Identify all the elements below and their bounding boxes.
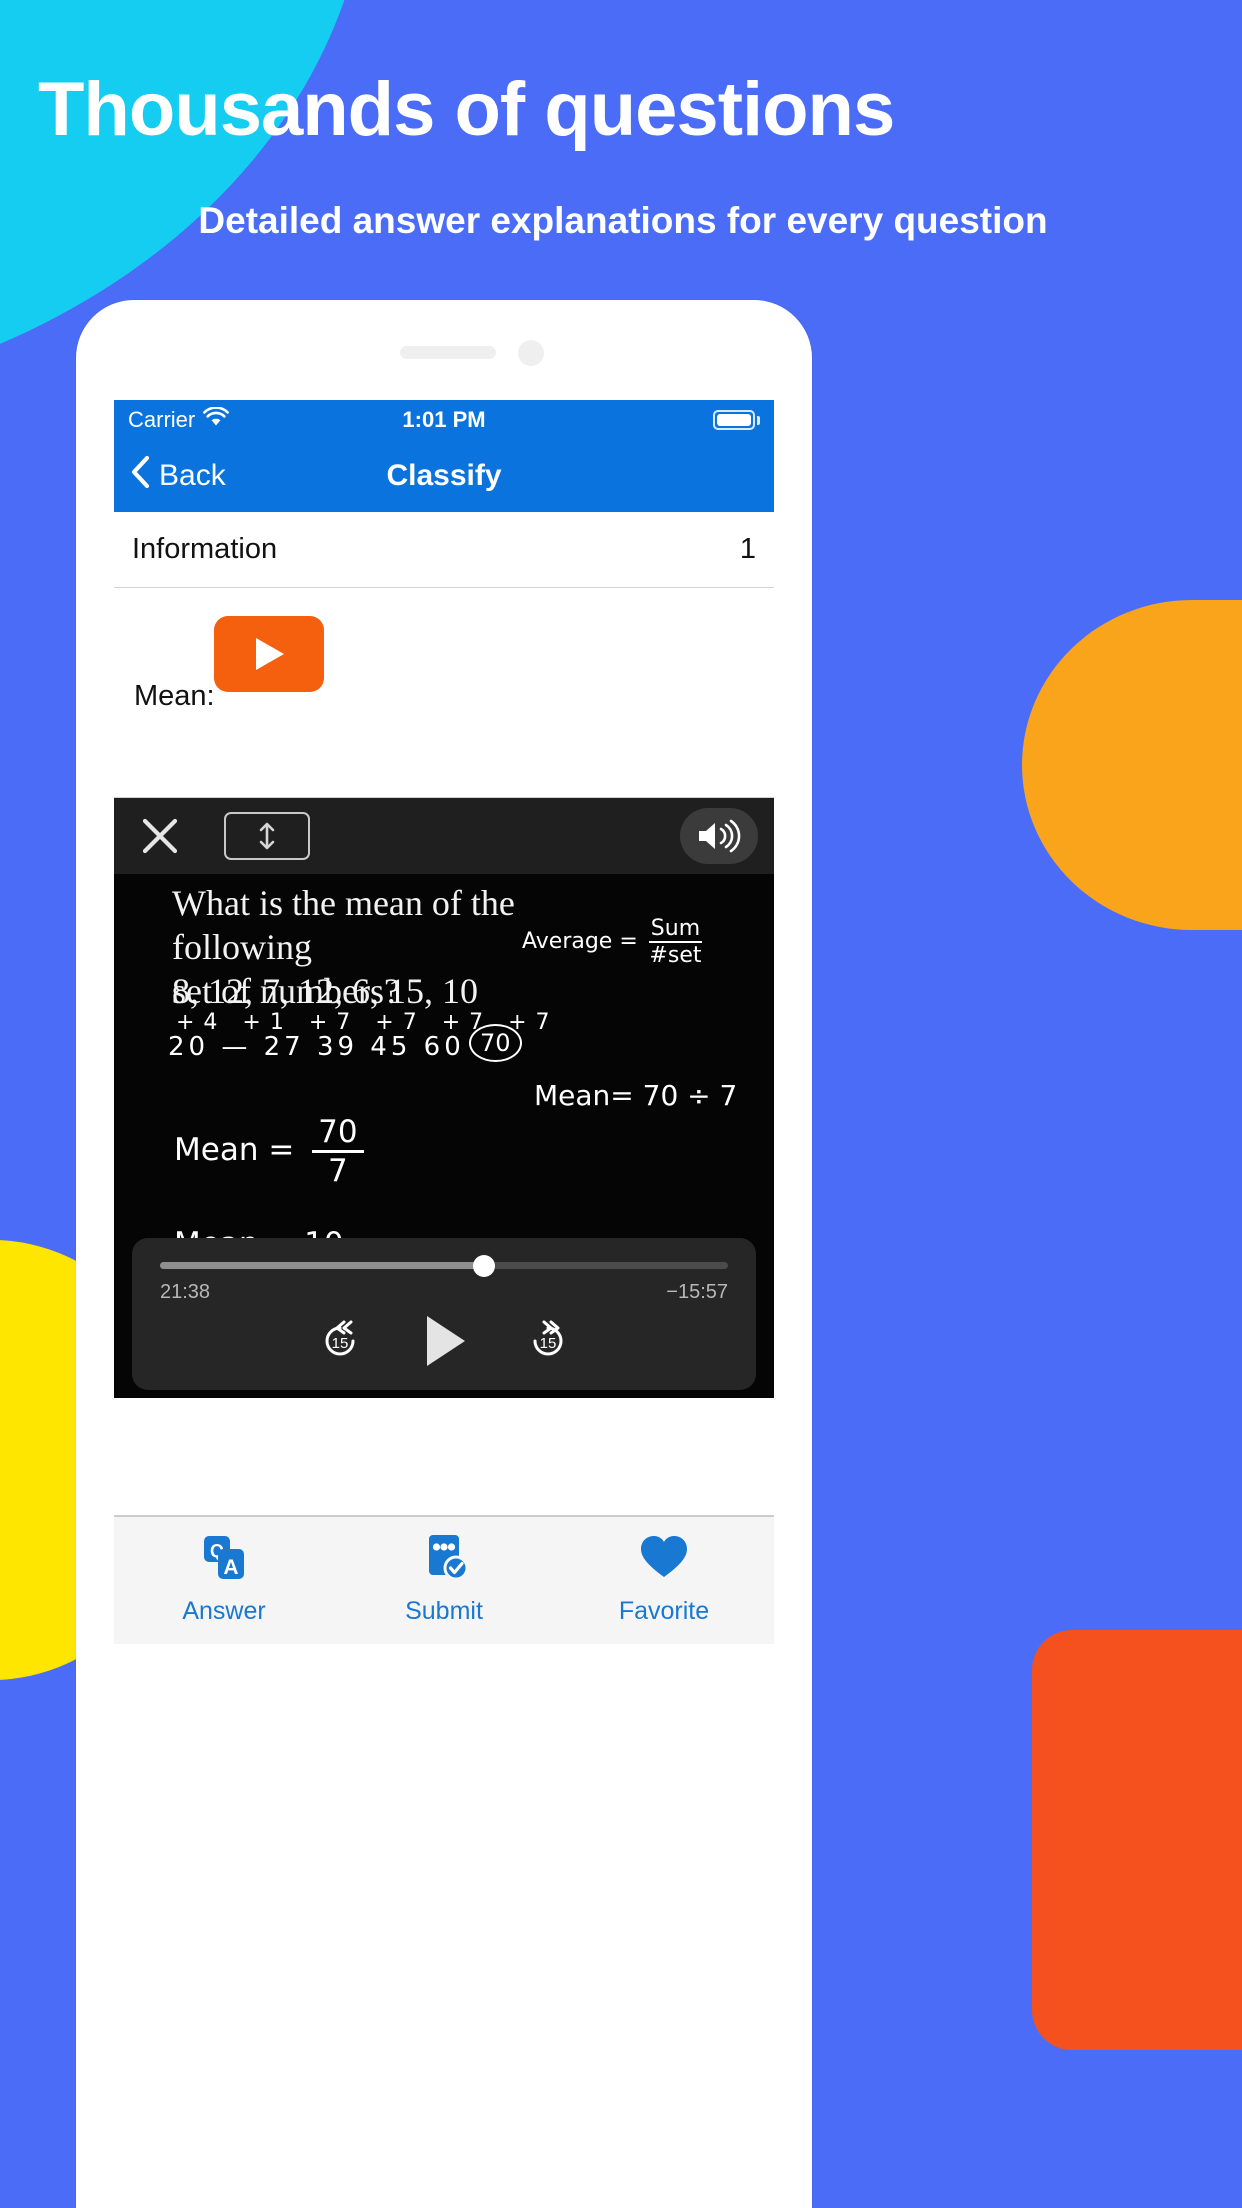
information-label: Information [132,533,278,565]
transport-controls: 15 15 [160,1312,728,1370]
tab-answer[interactable]: Q A Answer [114,1531,334,1626]
promo-screenshot: Thousands of questions Detailed answer e… [0,0,1242,2208]
volume-up-icon[interactable] [680,808,758,864]
video-thumbnail-play-button[interactable] [214,616,324,692]
remaining-time: −15:57 [666,1281,728,1303]
handwriting-mean-label: Mean = [174,1132,295,1168]
progress-scrubber[interactable] [160,1254,728,1277]
content-filler [114,1398,774,1516]
question-text: Mean: [134,680,215,712]
board-number-set: 8, 12, 7, 12, 6, 15, 10 [172,971,478,1011]
back-button[interactable]: Back [130,455,226,497]
handwriting-average-denominator: #set [649,943,702,968]
carrier-label: Carrier [128,407,196,432]
tab-bar: Q A Answer Submit Favorite [114,1516,774,1644]
play-button-icon [256,638,284,670]
heart-icon [636,1531,692,1587]
tab-submit[interactable]: Submit [334,1531,554,1626]
handwriting-average-label: Average = [522,929,638,954]
background-blob-red [1032,1630,1242,2050]
promo-headline: Thousands of questions [38,67,895,152]
player-top-toolbar [114,798,774,874]
player-controls: 21:38 −15:57 15 15 [132,1238,756,1390]
wifi-icon [203,406,230,433]
information-value: 1 [739,533,756,565]
rewind-15-icon[interactable]: 15 [317,1318,363,1364]
navigation-bar: Back Classify [114,440,774,512]
time-row: 21:38 −15:57 [160,1281,728,1304]
handwriting-running-sums: 20 — 27 39 45 60 [168,1032,465,1062]
svg-text:A: A [223,1556,238,1579]
progress-played [160,1262,484,1269]
chevron-left-icon [130,455,150,497]
phone-mockup: Carrier 1:01 PM Back Classify Informatio… [76,300,812,2208]
forward-15-icon[interactable]: 15 [525,1318,571,1364]
svg-text:15: 15 [540,1335,557,1352]
background-blob-orange [1022,600,1242,930]
phone-speaker-grille [400,346,496,359]
handwriting-mean-denominator: 7 [328,1153,348,1189]
qa-icon: Q A [196,1531,252,1587]
video-player: What is the mean of the following set of… [114,798,774,1398]
elapsed-time: 21:38 [160,1281,211,1303]
close-icon[interactable] [136,812,184,860]
tab-favorite-label: Favorite [618,1597,710,1625]
handwriting-circled-total: 70 [469,1024,522,1062]
submit-check-icon [416,1531,472,1587]
progress-knob[interactable] [472,1254,495,1277]
tab-submit-label: Submit [405,1597,483,1625]
tab-answer-label: Answer [182,1597,266,1625]
handwriting-mean-fraction: Mean = 70 7 [174,1114,364,1189]
question-panel: Mean: [114,588,774,798]
information-row[interactable]: Information 1 [114,512,774,588]
back-button-label: Back [159,459,226,492]
fit-to-screen-icon[interactable] [224,812,310,860]
promo-subheadline: Detailed answer explanations for every q… [198,200,1048,241]
video-content-chalkboard: What is the mean of the following set of… [114,874,774,1398]
svg-text:15: 15 [332,1335,349,1352]
handwriting-average-formula: Average = Sum #set [522,916,703,968]
play-icon[interactable] [417,1312,471,1370]
status-bar: Carrier 1:01 PM [114,400,774,440]
handwriting-average-numerator: Sum [648,916,703,943]
battery-icon [713,410,760,430]
tab-favorite[interactable]: Favorite [554,1531,774,1626]
phone-front-camera [518,340,544,366]
phone-screen: Carrier 1:01 PM Back Classify Informatio… [114,400,774,2208]
handwriting-mean-division: Mean= 70 ÷ 7 [534,1079,738,1112]
handwriting-mean-numerator: 70 [312,1114,364,1153]
carrier-group: Carrier [128,406,230,433]
